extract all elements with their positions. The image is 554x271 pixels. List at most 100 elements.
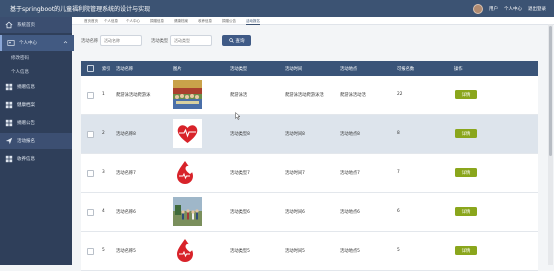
sidebar-item-home[interactable]: 系统首页 — [0, 17, 72, 33]
cell-place: 活动地点5 — [340, 249, 360, 254]
cell-type: 活动类型8 — [230, 132, 250, 137]
table-row[interactable]: 2 活动名称8 活动类型8 活动时间8 活动地点8 8 详情 — [81, 115, 538, 154]
tab-health[interactable]: 健康档案 — [174, 18, 188, 24]
outdoor-group-image — [173, 197, 202, 226]
detail-button[interactable]: 详情 — [455, 90, 477, 99]
cell-name: 爬游泳活动爬游泳 — [116, 93, 151, 98]
cell-type: 活动类型7 — [230, 171, 250, 176]
avatar[interactable] — [473, 3, 483, 14]
tab-announcement[interactable]: 捐赠公告 — [222, 18, 236, 24]
cell-time: 活动时间5 — [285, 249, 305, 254]
sidebar-item-announcement[interactable]: 捐赠公告 — [0, 115, 72, 131]
cell-quota: 7 — [397, 170, 400, 175]
detail-button[interactable]: 详情 — [455, 129, 477, 138]
grid-icon — [5, 119, 13, 127]
heart-image — [173, 119, 202, 148]
cell-name: 活动名称8 — [116, 132, 136, 137]
table-row[interactable]: 4 活动名称6 活动类型6 活动时间6 活动地点6 6 详情 — [81, 193, 538, 232]
cell-time: 活动时间6 — [285, 210, 305, 215]
header-action: 操作 — [454, 67, 463, 72]
sidebar-subitem-profile[interactable]: 个人信息 — [0, 65, 72, 79]
header-name: 活动名称 — [116, 67, 134, 72]
sidebar-item-label: 活动报名 — [17, 139, 35, 144]
sidebar-item-label: 系统首页 — [17, 23, 35, 28]
select-all-checkbox[interactable] — [87, 65, 94, 72]
cell-quota: 8 — [397, 131, 400, 136]
tab-adoption[interactable]: 收养信息 — [198, 18, 212, 24]
sidebar-item-label: 捐赠公告 — [17, 121, 35, 126]
cell-quota: 5 — [397, 248, 400, 253]
activity-name-input[interactable] — [100, 35, 142, 46]
sidebar-subitem-change-password[interactable]: 修改密码 — [0, 51, 72, 65]
header-quota: 可报名数 — [397, 67, 415, 72]
blood-drop-image — [173, 158, 202, 187]
cell-name: 活动名称6 — [116, 210, 136, 215]
cell-place: 活动地点8 — [340, 132, 360, 137]
sidebar-item-adoption[interactable]: 收养信息 — [0, 151, 72, 167]
sidebar: 系统首页 个人中心 修改密码 个人信息 捐赠信息 健康档案 捐赠公告 活动报名 … — [0, 17, 74, 265]
header-index: 索引 — [102, 67, 111, 72]
grid-icon — [5, 155, 13, 163]
table-row[interactable]: 1 爬游泳活动爬游泳 爬游泳活 爬游泳活动爬游泳活 爬游泳活动活 22 详情 — [81, 76, 538, 115]
header-image: 图片 — [173, 67, 182, 72]
row-checkbox[interactable] — [87, 209, 94, 216]
tab-donation[interactable]: 捐赠信息 — [150, 18, 164, 24]
sidebar-item-activity[interactable]: 活动报名 — [0, 133, 72, 149]
table-header: 索引 活动名称 图片 活动类型 活动时间 活动地点 可报名数 操作 — [81, 61, 538, 76]
row-checkbox[interactable] — [87, 170, 94, 177]
cell-quota: 6 — [397, 209, 400, 214]
cell-index: 5 — [102, 248, 105, 253]
activity-type-label: 活动类型 — [151, 39, 169, 44]
sidebar-item-personal[interactable]: 个人中心 — [0, 35, 74, 51]
cell-time: 活动时间7 — [285, 171, 305, 176]
personal-center-link[interactable]: 个人中心 — [504, 6, 522, 12]
scrollbar-thumb[interactable] — [549, 26, 552, 156]
cell-type: 爬游泳活 — [230, 93, 248, 98]
cell-place: 爬游泳活动活 — [340, 93, 366, 98]
detail-button[interactable]: 详情 — [455, 207, 477, 216]
activity-type-input[interactable] — [170, 35, 212, 46]
logout-link[interactable]: 退出登录 — [528, 6, 546, 12]
header-place: 活动地点 — [340, 67, 358, 72]
detail-button[interactable]: 详情 — [455, 168, 477, 177]
detail-button[interactable]: 详情 — [455, 246, 477, 255]
search-icon — [228, 38, 234, 43]
app-title: 基于springboot的儿童福利院管理系统的设计与实现 — [10, 6, 151, 13]
grid-icon — [5, 101, 13, 109]
cell-type: 活动类型6 — [230, 210, 250, 215]
tab-home[interactable]: 首页首页 — [84, 18, 98, 24]
group-photo-image — [173, 80, 202, 109]
table-row[interactable]: 5 活动名称5 活动类型5 活动时间5 活动地点5 5 详情 — [81, 232, 538, 271]
sidebar-item-health[interactable]: 健康档案 — [0, 97, 72, 113]
activity-name-label: 活动名称 — [81, 39, 99, 44]
cell-index: 3 — [102, 170, 105, 175]
mouse-cursor-icon — [235, 112, 241, 120]
sidebar-item-donation[interactable]: 捐赠信息 — [0, 79, 72, 95]
blood-drop-image — [173, 236, 202, 265]
header-time: 活动时间 — [285, 67, 303, 72]
header-type: 活动类型 — [230, 67, 248, 72]
table-row[interactable]: 3 活动名称7 活动类型7 活动时间7 活动地点7 7 详情 — [81, 154, 538, 193]
tab-profile[interactable]: 个人信息 — [104, 18, 118, 24]
tab-personal-center[interactable]: 个人中心 — [126, 18, 140, 24]
cell-quota: 22 — [397, 92, 403, 97]
top-bar: 基于springboot的儿童福利院管理系统的设计与实现 用户 个人中心 退出登… — [0, 0, 554, 17]
cell-time: 爬游泳活动爬游泳活 — [285, 93, 324, 98]
cell-index: 1 — [102, 92, 105, 97]
row-checkbox[interactable] — [87, 248, 94, 255]
send-icon — [5, 137, 13, 145]
cell-index: 4 — [102, 209, 105, 214]
sidebar-item-label: 捐赠信息 — [17, 85, 35, 90]
row-checkbox[interactable] — [87, 131, 94, 138]
search-button[interactable]: 查询 — [222, 35, 251, 46]
home-icon — [5, 21, 13, 29]
search-bar: 活动名称 活动类型 查询 — [72, 32, 554, 50]
chevron-up-icon — [63, 41, 68, 44]
cell-index: 2 — [102, 131, 105, 136]
nav-tabs: 首页首页 个人信息 个人中心 捐赠信息 健康档案 收养信息 捐赠公告 活动报名 — [72, 17, 554, 25]
sidebar-item-label: 个人中心 — [19, 41, 37, 46]
tab-activity[interactable]: 活动报名 — [246, 18, 260, 25]
cell-place: 活动地点7 — [340, 171, 360, 176]
top-bar-actions: 用户 个人中心 退出登录 — [473, 3, 546, 14]
row-checkbox[interactable] — [87, 92, 94, 99]
